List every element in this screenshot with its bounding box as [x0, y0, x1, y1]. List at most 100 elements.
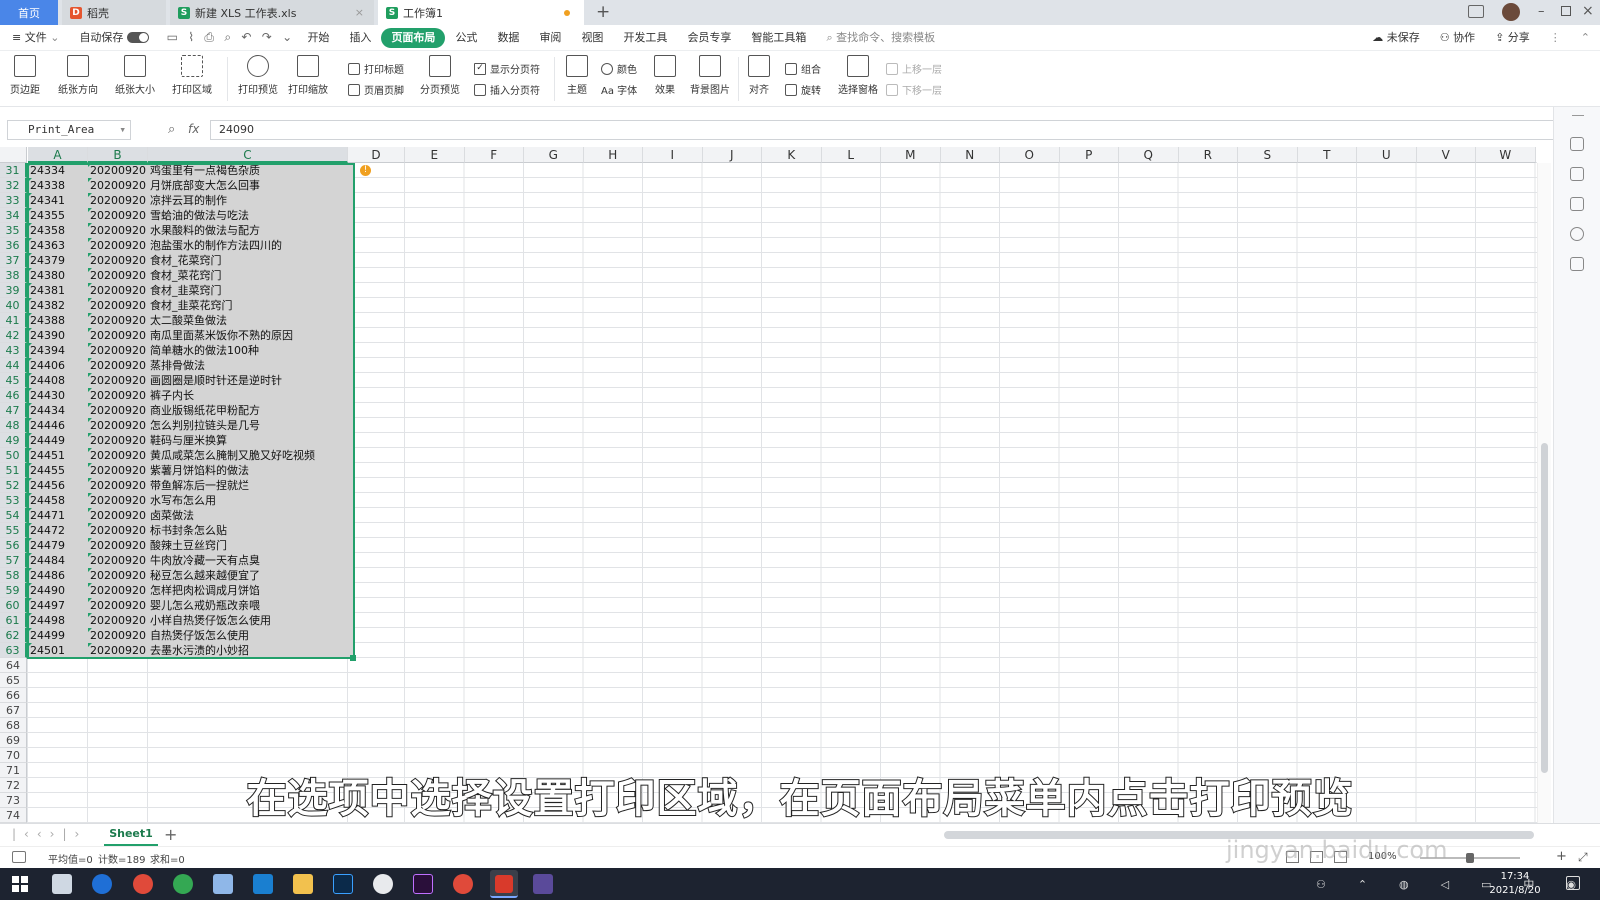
- row-header-65[interactable]: 65: [0, 673, 27, 688]
- format-painter-icon[interactable]: ⌇: [188, 30, 194, 45]
- notepad-icon[interactable]: [52, 874, 72, 894]
- notification-icon[interactable]: [1566, 876, 1580, 890]
- column-header-k[interactable]: K: [762, 147, 822, 163]
- formula-input[interactable]: 24090: [210, 120, 1560, 140]
- column-header-p[interactable]: P: [1059, 147, 1119, 163]
- menu-review[interactable]: 审阅: [529, 28, 571, 48]
- background-image-button[interactable]: 背景图片: [690, 55, 730, 96]
- print-scale-button[interactable]: 打印缩放: [288, 55, 328, 96]
- column-header-r[interactable]: R: [1178, 147, 1238, 163]
- menu-formulas[interactable]: 公式: [445, 28, 487, 48]
- wps-taskbar-item[interactable]: [490, 870, 518, 898]
- row-header-55[interactable]: 55: [0, 523, 27, 538]
- backup-icon[interactable]: [1570, 257, 1584, 271]
- volume-icon[interactable]: ◁: [1441, 878, 1449, 891]
- autosave-toggle[interactable]: [127, 32, 150, 43]
- fill-handle[interactable]: [350, 655, 356, 661]
- fx-icon[interactable]: fx: [188, 122, 199, 136]
- menu-data[interactable]: 数据: [487, 28, 529, 48]
- fonts-button[interactable]: Aa 字体: [601, 82, 637, 97]
- print-preview-button[interactable]: 打印预览: [238, 55, 278, 96]
- row-header-60[interactable]: 60: [0, 598, 27, 613]
- column-header-b[interactable]: B: [88, 147, 148, 163]
- menu-start[interactable]: 开始: [297, 28, 339, 48]
- effects-button[interactable]: 效果: [654, 55, 676, 96]
- select-all-corner[interactable]: [0, 147, 27, 163]
- row-header-66[interactable]: 66: [0, 688, 27, 703]
- align-button[interactable]: 对齐: [748, 55, 770, 96]
- row-header-31[interactable]: 31: [0, 163, 27, 178]
- page-break-preview-button[interactable]: 分页预览: [420, 55, 460, 96]
- column-header-u[interactable]: U: [1357, 147, 1417, 163]
- print-icon[interactable]: ⎙: [204, 30, 214, 45]
- command-search[interactable]: ⌕ 查找命令、搜索模板: [816, 28, 945, 48]
- chrome-icon[interactable]: [133, 874, 153, 894]
- row-header-32[interactable]: 32: [0, 178, 27, 193]
- column-header-m[interactable]: M: [881, 147, 941, 163]
- tab-docer[interactable]: D 稻壳: [62, 0, 166, 25]
- app-icon[interactable]: [373, 874, 393, 894]
- clock[interactable]: 17:34 2021/8/20: [1488, 870, 1542, 898]
- column-header-h[interactable]: H: [583, 147, 643, 163]
- row-header-64[interactable]: 64: [0, 658, 27, 673]
- row-header-53[interactable]: 53: [0, 493, 27, 508]
- close-window-icon[interactable]: ×: [1582, 3, 1594, 19]
- show-page-breaks-checkbox[interactable]: ✓ 显示分页符: [474, 61, 540, 76]
- row-header-52[interactable]: 52: [0, 478, 27, 493]
- row-header-38[interactable]: 38: [0, 268, 27, 283]
- row-header-56[interactable]: 56: [0, 538, 27, 553]
- vertical-scrollbar[interactable]: [1537, 163, 1551, 823]
- save-icon[interactable]: ▭: [167, 30, 178, 45]
- orientation-button[interactable]: 纸张方向: [58, 55, 98, 96]
- row-header-49[interactable]: 49: [0, 433, 27, 448]
- header-footer-button[interactable]: 页眉页脚: [348, 82, 404, 97]
- redo-icon[interactable]: ↷: [262, 30, 272, 45]
- column-header-l[interactable]: L: [821, 147, 881, 163]
- window-layout-icon[interactable]: [1468, 5, 1484, 18]
- column-header-v[interactable]: V: [1416, 147, 1476, 163]
- column-header-t[interactable]: T: [1297, 147, 1357, 163]
- row-header-57[interactable]: 57: [0, 553, 27, 568]
- row-header-42[interactable]: 42: [0, 328, 27, 343]
- row-header-54[interactable]: 54: [0, 508, 27, 523]
- send-backward-button[interactable]: 下移一层: [886, 82, 942, 97]
- frame-icon[interactable]: [1570, 197, 1584, 211]
- share-button[interactable]: ⇪ 分享: [1485, 28, 1540, 48]
- column-header-d[interactable]: D: [348, 147, 405, 163]
- collab-button[interactable]: ⚇ 协作: [1430, 28, 1485, 48]
- minimize-icon[interactable]: –: [1538, 4, 1545, 19]
- column-header-i[interactable]: I: [643, 147, 703, 163]
- windows-start-icon[interactable]: [12, 876, 28, 892]
- tab-home[interactable]: 首页: [0, 0, 58, 25]
- row-header-58[interactable]: 58: [0, 568, 27, 583]
- row-header-39[interactable]: 39: [0, 283, 27, 298]
- app-icon[interactable]: [213, 874, 233, 894]
- properties-icon[interactable]: [1570, 137, 1584, 151]
- network-icon[interactable]: ◍: [1399, 878, 1409, 891]
- zoom-slider-thumb[interactable]: [1466, 853, 1474, 863]
- row-header-61[interactable]: 61: [0, 613, 27, 628]
- row-header-70[interactable]: 70: [0, 748, 27, 763]
- group-button[interactable]: 组合: [785, 61, 821, 76]
- column-header-g[interactable]: G: [524, 147, 584, 163]
- zoom-formula-icon[interactable]: ⌕: [168, 122, 175, 137]
- tray-expand-icon[interactable]: ⌃: [1358, 878, 1367, 891]
- column-header-s[interactable]: S: [1238, 147, 1298, 163]
- add-sheet-icon[interactable]: +: [164, 825, 177, 844]
- tab-xls-file[interactable]: S 新建 XLS 工作表.xls ×: [170, 0, 374, 25]
- paper-size-button[interactable]: 纸张大小: [115, 55, 155, 96]
- row-header-69[interactable]: 69: [0, 733, 27, 748]
- row-header-48[interactable]: 48: [0, 418, 27, 433]
- tab-workbook1[interactable]: S 工作簿1: [378, 0, 584, 25]
- print-area-selection-border[interactable]: [27, 163, 355, 659]
- collapse-ribbon-icon[interactable]: ⌃: [1571, 28, 1600, 48]
- zoom-in-icon[interactable]: +: [1556, 849, 1567, 864]
- column-header-f[interactable]: F: [464, 147, 524, 163]
- row-header-46[interactable]: 46: [0, 388, 27, 403]
- chrome-icon[interactable]: [173, 874, 193, 894]
- more-icon[interactable]: ⋮: [1540, 28, 1571, 48]
- pointer-icon[interactable]: [1570, 167, 1584, 181]
- undo-icon[interactable]: ↶: [241, 30, 251, 45]
- print-preview-icon[interactable]: ⌕: [224, 30, 231, 45]
- colors-button[interactable]: 颜色: [601, 61, 637, 76]
